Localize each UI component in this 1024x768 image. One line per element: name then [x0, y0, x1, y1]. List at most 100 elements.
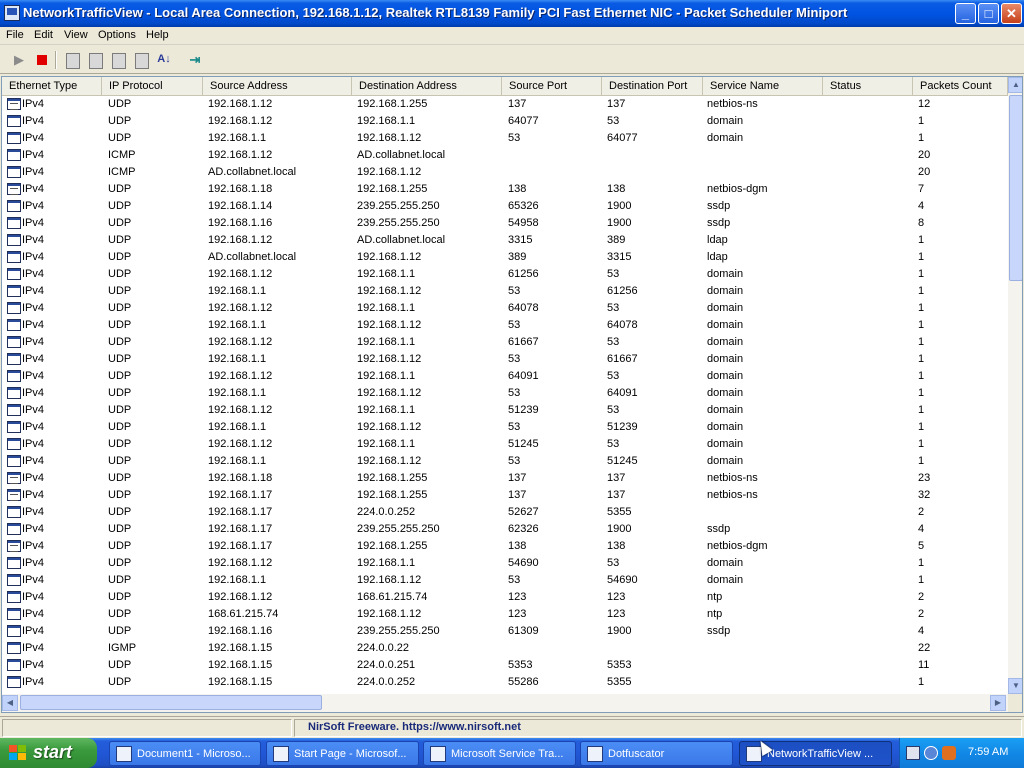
task-document1[interactable]: Document1 - Microso... — [109, 741, 261, 766]
menu-view[interactable]: View — [64, 29, 88, 41]
cell-service-name: netbios-dgm — [707, 540, 768, 552]
exit-icon[interactable]: ⇥ — [186, 51, 204, 69]
table-row[interactable]: IPv4 UDP 192.168.1.12 192.168.1.1 64077 53 dom… — [2, 113, 1008, 130]
task-start-page[interactable]: Start Page - Microsof... — [266, 741, 419, 766]
menu-help[interactable]: Help — [146, 29, 169, 41]
cell-source-port: 55286 — [508, 676, 539, 688]
cell-packets-count: 1 — [918, 676, 925, 688]
table-row[interactable]: IPv4 UDP 192.168.1.12 192.168.1.1 61256 53 dom… — [2, 266, 1008, 283]
column-header-source-port[interactable]: Source Port — [502, 77, 602, 96]
table-row[interactable]: IPv4 UDP 192.168.1.1 192.168.1.12 53 54690 dom… — [2, 572, 1008, 589]
cell-ip-protocol: UDP — [108, 302, 132, 314]
table-row[interactable]: IPv4 UDP 192.168.1.15 224.0.0.252 55286 5355 1 — [2, 674, 1008, 691]
app-icon[interactable] — [4, 5, 20, 21]
table-row[interactable]: IPv4 UDP 168.61.215.74 192.168.1.12 123 123 nt… — [2, 606, 1008, 623]
cell-service-name: ldap — [707, 234, 728, 246]
table-row[interactable]: IPv4 UDP 192.168.1.14 239.255.255.250 65326 1… — [2, 198, 1008, 215]
cell-destination-port: 5355 — [607, 506, 632, 518]
table-row[interactable]: IPv4 UDP 192.168.1.1 192.168.1.12 53 61667 dom… — [2, 351, 1008, 368]
cell-source-address: 192.168.1.12 — [208, 404, 273, 416]
table-row[interactable]: IPv4 UDP 192.168.1.12 192.168.1.255 137 137 ne… — [2, 96, 1008, 113]
cell-ip-protocol: UDP — [108, 183, 132, 195]
table-row[interactable]: IPv4 UDP 192.168.1.12 192.168.1.1 61667 53 dom… — [2, 334, 1008, 351]
table-row[interactable]: IPv4 UDP 192.168.1.1 192.168.1.12 53 64077 dom… — [2, 130, 1008, 147]
column-header-status[interactable]: Status — [823, 77, 913, 96]
table-row[interactable]: IPv4 UDP 192.168.1.16 239.255.255.250 54958 1… — [2, 215, 1008, 232]
table-row[interactable]: IPv4 UDP AD.collabnet.local 192.168.1.12 389… — [2, 249, 1008, 266]
network-tray-icon[interactable] — [942, 746, 956, 760]
horizontal-scroll-thumb[interactable] — [20, 695, 322, 710]
table-row[interactable]: IPv4 UDP 192.168.1.12 192.168.1.1 51245 53 dom… — [2, 436, 1008, 453]
scroll-left-button[interactable]: ◀ — [2, 695, 18, 711]
packet-type-icon — [7, 200, 21, 212]
table-row[interactable]: IPv4 UDP 192.168.1.12 192.168.1.1 51239 53 dom… — [2, 402, 1008, 419]
column-header-destination-address[interactable]: Destination Address — [352, 77, 502, 96]
horizontal-scrollbar[interactable]: ◀ ▶ — [2, 694, 1008, 712]
close-button[interactable]: ✕ — [1001, 3, 1022, 24]
table-row[interactable]: IPv4 UDP 192.168.1.12 AD.collabnet.local 331… — [2, 232, 1008, 249]
table-row[interactable]: IPv4 UDP 192.168.1.12 192.168.1.1 64091 53 dom… — [2, 368, 1008, 385]
sort-icon[interactable]: A↓ — [155, 51, 173, 69]
packet-type-icon — [7, 659, 21, 671]
column-header-ip-protocol[interactable]: IP Protocol — [102, 77, 203, 96]
table-row[interactable]: IPv4 UDP 192.168.1.12 192.168.1.1 54690 53 dom… — [2, 555, 1008, 572]
table-row[interactable]: IPv4 IGMP 192.168.1.15 224.0.0.22 22 — [2, 640, 1008, 657]
cell-source-address: 192.168.1.17 — [208, 489, 273, 501]
column-header-source-address[interactable]: Source Address — [203, 77, 352, 96]
table-row[interactable]: IPv4 UDP 192.168.1.12 192.168.1.1 64078 53 dom… — [2, 300, 1008, 317]
column-header-destination-port[interactable]: Destination Port — [602, 77, 703, 96]
table-row[interactable]: IPv4 UDP 192.168.1.1 192.168.1.12 53 61256 dom… — [2, 283, 1008, 300]
html-report-icon[interactable] — [132, 51, 150, 69]
table-row[interactable]: IPv4 UDP 192.168.1.12 168.61.215.74 123 123 nt… — [2, 589, 1008, 606]
properties-icon[interactable] — [109, 51, 127, 69]
menu-options[interactable]: Options — [98, 29, 136, 41]
stop-icon[interactable] — [33, 51, 51, 69]
start-button[interactable]: start — [0, 738, 97, 768]
save-icon[interactable] — [63, 51, 81, 69]
cell-destination-port: 64091 — [607, 387, 638, 399]
table-row[interactable]: IPv4 UDP 192.168.1.17 239.255.255.250 62326 1… — [2, 521, 1008, 538]
minimize-button[interactable]: _ — [955, 3, 976, 24]
scroll-up-button[interactable]: ▲ — [1008, 77, 1022, 93]
table-row[interactable]: IPv4 UDP 192.168.1.1 192.168.1.12 53 64091 dom… — [2, 385, 1008, 402]
traffic-list[interactable]: Ethernet Type IP Protocol Source Address… — [1, 76, 1023, 713]
table-row[interactable]: IPv4 UDP 192.168.1.1 192.168.1.12 53 51239 dom… — [2, 419, 1008, 436]
cell-source-port: 53 — [508, 353, 521, 365]
table-row[interactable]: IPv4 UDP 192.168.1.16 239.255.255.250 61309 1… — [2, 623, 1008, 640]
cell-ethernet-type: IPv4 — [22, 268, 45, 280]
cell-packets-count: 12 — [918, 98, 931, 110]
scroll-right-button[interactable]: ▶ — [990, 695, 1006, 711]
play-icon[interactable]: ▶ — [10, 51, 28, 69]
nirsoft-link[interactable]: NirSoft Freeware. https://www.nirsoft.ne… — [308, 721, 521, 733]
scroll-down-button[interactable]: ▼ — [1008, 678, 1022, 694]
table-row[interactable]: IPv4 UDP 192.168.1.1 192.168.1.12 53 64078 dom… — [2, 317, 1008, 334]
maximize-button[interactable]: □ — [978, 3, 999, 24]
table-row[interactable]: IPv4 UDP 192.168.1.18 192.168.1.255 137 137 ne… — [2, 470, 1008, 487]
column-header-packets-count[interactable]: Packets Count — [913, 77, 1008, 96]
keyboard-icon[interactable] — [906, 746, 920, 760]
column-header-ethernet-type[interactable]: Ethernet Type — [2, 77, 102, 96]
table-row[interactable]: IPv4 UDP 192.168.1.1 192.168.1.12 53 51245 dom… — [2, 453, 1008, 470]
table-row[interactable]: IPv4 UDP 192.168.1.15 224.0.0.251 5353 5353 11 — [2, 657, 1008, 674]
task-dotfuscator[interactable]: Dotfuscator — [580, 741, 733, 766]
title-bar[interactable]: NetworkTrafficView - Local Area Connecti… — [0, 0, 1024, 27]
cell-ethernet-type: IPv4 — [22, 302, 45, 314]
vertical-scroll-thumb[interactable] — [1009, 95, 1022, 281]
column-header-service-name[interactable]: Service Name — [703, 77, 823, 96]
table-row[interactable]: IPv4 UDP 192.168.1.17 192.168.1.255 137 137 ne… — [2, 487, 1008, 504]
table-row[interactable]: IPv4 ICMP 192.168.1.12 AD.collabnet.local 20 — [2, 147, 1008, 164]
cell-packets-count: 1 — [918, 115, 925, 127]
table-row[interactable]: IPv4 ICMP AD.collabnet.local 192.168.1.12 20 — [2, 164, 1008, 181]
clock[interactable]: 7:59 AM — [968, 746, 1008, 758]
packet-type-icon — [7, 319, 21, 331]
cell-destination-port: 138 — [607, 540, 626, 552]
menu-edit[interactable]: Edit — [34, 29, 53, 41]
table-row[interactable]: IPv4 UDP 192.168.1.17 192.168.1.255 138 138 ne… — [2, 538, 1008, 555]
vertical-scrollbar[interactable]: ▲ ▼ — [1008, 77, 1022, 694]
table-row[interactable]: IPv4 UDP 192.168.1.18 192.168.1.255 138 138 ne… — [2, 181, 1008, 198]
copy-icon[interactable] — [86, 51, 104, 69]
menu-file[interactable]: File — [6, 29, 24, 41]
table-row[interactable]: IPv4 UDP 192.168.1.17 224.0.0.252 52627 5355 2 — [2, 504, 1008, 521]
chevron-left-icon[interactable] — [924, 746, 938, 760]
task-service-trace[interactable]: Microsoft Service Tra... — [423, 741, 576, 766]
